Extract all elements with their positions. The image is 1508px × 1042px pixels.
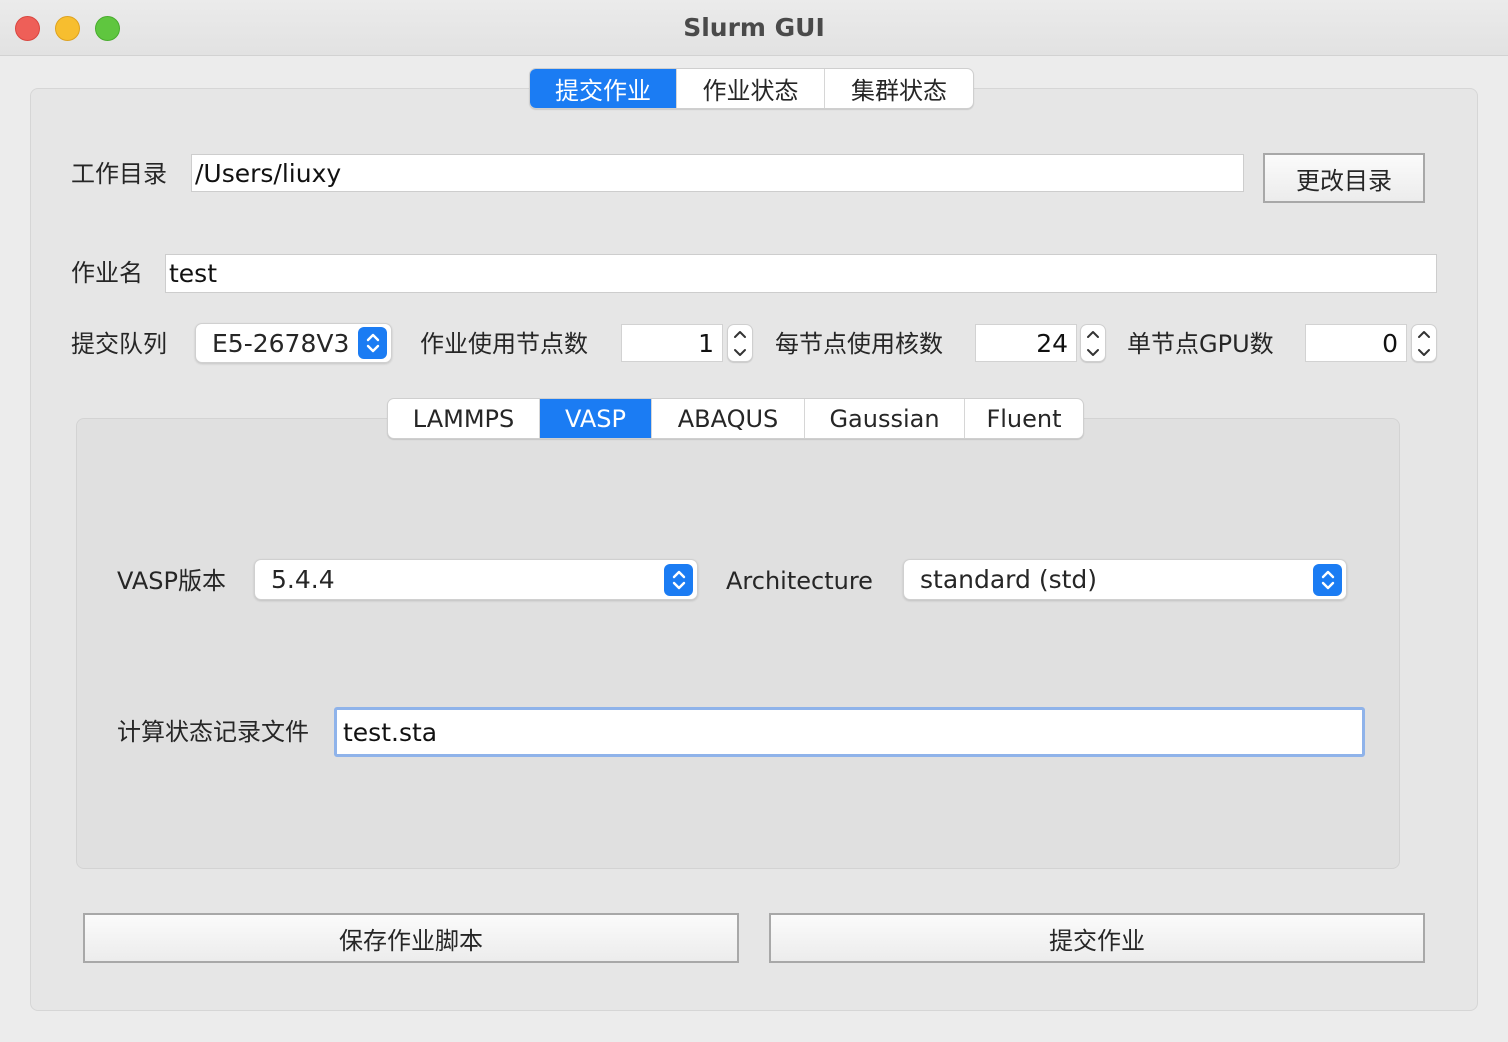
vasp-version-select[interactable]: 5.4.4 <box>254 559 698 600</box>
stepper-up-icon[interactable] <box>728 325 752 343</box>
jobname-value: test <box>169 259 218 288</box>
workdir-label: 工作目录 <box>71 160 167 188</box>
status-file-label: 计算状态记录文件 <box>117 718 309 746</box>
tab-vasp[interactable]: VASP <box>540 399 652 438</box>
gpus-label: 单节点GPU数 <box>1127 330 1274 358</box>
software-tab-bar: LAMMPS VASP ABAQUS Gaussian Fluent <box>387 398 1084 439</box>
submit-job-button[interactable]: 提交作业 <box>769 913 1425 963</box>
jobname-field[interactable]: test <box>165 254 1437 293</box>
tab-gaussian[interactable]: Gaussian <box>805 399 965 438</box>
nodes-stepper[interactable] <box>727 324 753 362</box>
architecture-value: standard (std) <box>920 565 1098 594</box>
queue-label: 提交队列 <box>71 330 167 358</box>
stepper-down-icon[interactable] <box>1081 343 1105 361</box>
jobname-label: 作业名 <box>71 259 143 287</box>
stepper-up-icon[interactable] <box>1081 325 1105 343</box>
software-tab-pane <box>76 418 1400 869</box>
cores-field[interactable]: 24 <box>975 324 1077 362</box>
nodes-value: 1 <box>698 328 714 358</box>
chevron-up-down-icon <box>664 563 693 596</box>
chevron-up-down-icon <box>1313 563 1342 596</box>
queue-value: E5-2678V3 <box>212 328 350 358</box>
cores-stepper[interactable] <box>1080 324 1106 362</box>
tab-fluent[interactable]: Fluent <box>965 399 1083 438</box>
stepper-down-icon[interactable] <box>728 343 752 361</box>
tab-submit-job[interactable]: 提交作业 <box>530 69 677 108</box>
status-file-field[interactable]: test.sta <box>334 707 1365 757</box>
tab-lammps[interactable]: LAMMPS <box>388 399 540 438</box>
stepper-up-icon[interactable] <box>1412 325 1436 343</box>
queue-select[interactable]: E5-2678V3 <box>195 323 392 363</box>
tab-abaqus[interactable]: ABAQUS <box>652 399 805 438</box>
tab-cluster-status[interactable]: 集群状态 <box>825 69 973 108</box>
main-tab-bar: 提交作业 作业状态 集群状态 <box>529 68 974 109</box>
vasp-version-value: 5.4.4 <box>271 565 335 594</box>
title-bar: Slurm GUI <box>0 0 1508 56</box>
cores-value: 24 <box>1036 328 1068 358</box>
status-file-value: test.sta <box>343 717 438 747</box>
architecture-select[interactable]: standard (std) <box>903 559 1347 600</box>
change-directory-button[interactable]: 更改目录 <box>1263 153 1425 203</box>
gpus-value: 0 <box>1382 328 1398 358</box>
architecture-label: Architecture <box>726 567 873 595</box>
vasp-version-label: VASP版本 <box>117 567 227 595</box>
save-script-button[interactable]: 保存作业脚本 <box>83 913 739 963</box>
gpus-stepper[interactable] <box>1411 324 1437 362</box>
nodes-label: 作业使用节点数 <box>420 330 588 358</box>
gpus-field[interactable]: 0 <box>1305 324 1407 362</box>
tab-job-status[interactable]: 作业状态 <box>677 69 825 108</box>
workdir-value: /Users/liuxy <box>195 158 342 188</box>
cores-label: 每节点使用核数 <box>775 330 943 358</box>
nodes-field[interactable]: 1 <box>621 324 723 362</box>
chevron-up-down-icon <box>358 327 387 359</box>
window-title: Slurm GUI <box>683 13 825 42</box>
workdir-field[interactable]: /Users/liuxy <box>191 154 1244 192</box>
stepper-down-icon[interactable] <box>1412 343 1436 361</box>
